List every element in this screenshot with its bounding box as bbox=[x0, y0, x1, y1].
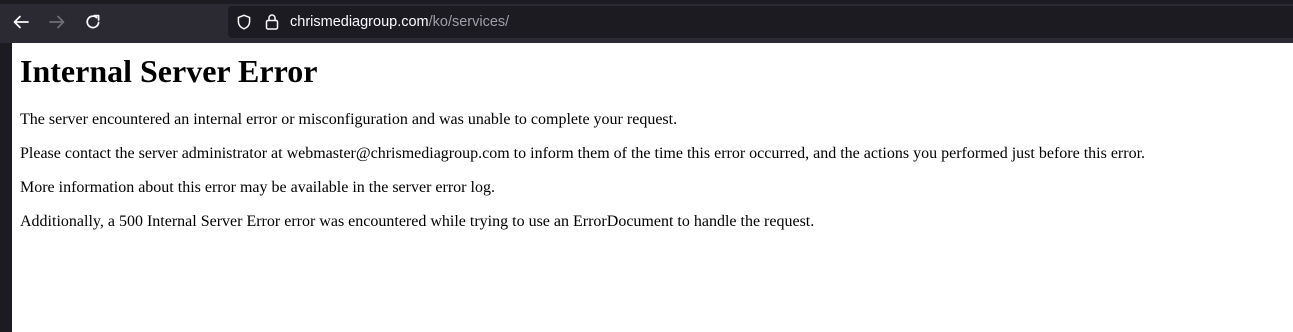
reload-button[interactable] bbox=[80, 9, 106, 35]
site-security-button[interactable] bbox=[264, 13, 280, 36]
browser-toolbar: chrismediagroup.com/ko/services/ bbox=[0, 0, 1293, 43]
shield-icon bbox=[237, 14, 251, 30]
browser-window: chrismediagroup.com/ko/services/ Interna… bbox=[0, 0, 1293, 332]
page-title: Internal Server Error bbox=[20, 53, 318, 89]
lock-icon bbox=[265, 14, 279, 30]
error-document-message: Additionally, a 500 Internal Server Erro… bbox=[20, 213, 815, 230]
error-log-message: More information about this error may be… bbox=[20, 179, 495, 196]
url-text[interactable]: chrismediagroup.com/ko/services/ bbox=[290, 13, 509, 31]
contact-admin-message: Please contact the server administrator … bbox=[20, 145, 1146, 162]
forward-button[interactable] bbox=[44, 9, 70, 35]
back-button[interactable] bbox=[8, 9, 34, 35]
tab-strip-edge bbox=[0, 0, 1293, 4]
window-left-edge bbox=[0, 43, 12, 332]
reload-icon bbox=[86, 14, 100, 29]
error-message: The server encountered an internal error… bbox=[20, 111, 678, 128]
forward-arrow-icon bbox=[49, 15, 65, 29]
tracking-protection-button[interactable] bbox=[236, 14, 252, 35]
address-bar[interactable]: chrismediagroup.com/ko/services/ bbox=[228, 6, 1293, 38]
back-arrow-icon bbox=[13, 15, 29, 29]
url-path: /ko/services/ bbox=[428, 14, 510, 30]
page-content: Internal Server Error The server encount… bbox=[12, 43, 1293, 332]
url-host: chrismediagroup.com bbox=[290, 14, 429, 30]
